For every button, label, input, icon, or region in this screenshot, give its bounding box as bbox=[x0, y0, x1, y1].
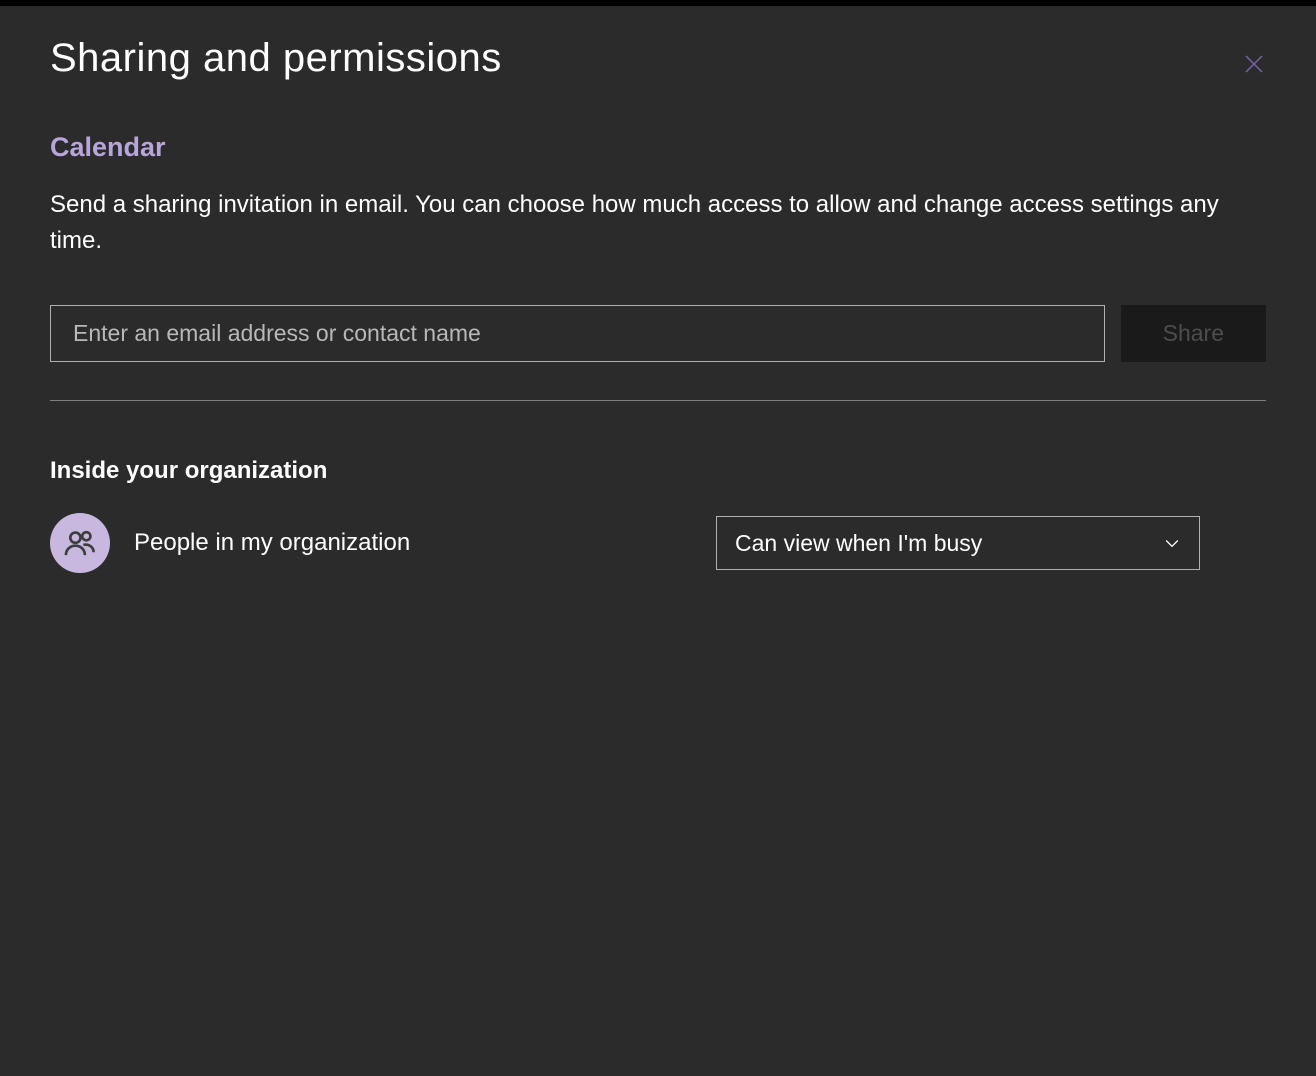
inside-organization-heading: Inside your organization bbox=[50, 457, 1266, 485]
share-button[interactable]: Share bbox=[1121, 305, 1266, 362]
organization-avatar bbox=[50, 513, 110, 573]
dialog-title: Sharing and permissions bbox=[50, 36, 502, 81]
people-icon bbox=[63, 526, 98, 561]
close-icon bbox=[1242, 52, 1266, 76]
permission-select[interactable]: Can view when I'm busy bbox=[716, 516, 1200, 570]
dialog-header: Sharing and permissions bbox=[50, 36, 1266, 84]
permission-select-wrapper: Can view when I'm busy bbox=[716, 516, 1200, 570]
email-input[interactable] bbox=[50, 305, 1105, 362]
share-row: Share bbox=[50, 305, 1266, 362]
divider bbox=[50, 400, 1266, 401]
sharing-description: Send a sharing invitation in email. You … bbox=[50, 187, 1266, 259]
permission-row: People in my organization Can view when … bbox=[50, 513, 1266, 573]
close-button[interactable] bbox=[1234, 44, 1274, 84]
organization-label: People in my organization bbox=[134, 529, 692, 557]
calendar-heading: Calendar bbox=[50, 132, 1266, 163]
sharing-permissions-dialog: Sharing and permissions Calendar Send a … bbox=[0, 6, 1316, 603]
